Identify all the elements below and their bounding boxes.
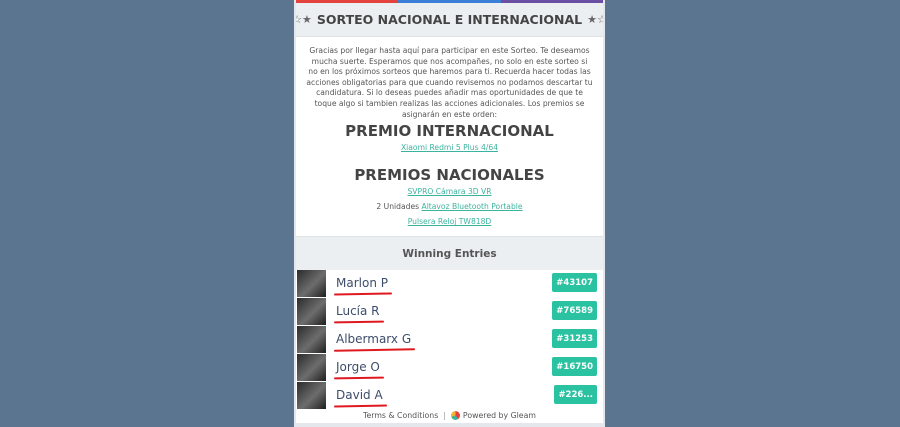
red-underline [333, 292, 392, 296]
footer-separator: | [443, 410, 446, 420]
red-underline [333, 376, 384, 380]
entry-badge: #16750 [552, 357, 597, 376]
national-prizes-heading: PREMIOS NACIONALES [354, 166, 545, 185]
gleam-widget: ☆★ SORTEO NACIONAL E INTERNACIONAL ★☆ Gr… [294, 0, 605, 427]
red-underline [333, 348, 416, 352]
entry-badge: #43107 [552, 273, 597, 292]
avatar [297, 325, 326, 353]
red-underline [333, 320, 384, 324]
winner-name: Marlon P [333, 276, 392, 296]
avatar [297, 269, 326, 297]
winner-row: Jorge O #16750 [296, 353, 603, 381]
international-prize-heading: PREMIO INTERNACIONAL [345, 122, 554, 141]
winning-entries-list: Marlon P #43107 Lucía R #76589 Albermarx… [296, 269, 603, 409]
winner-name: Lucía R [333, 304, 384, 324]
topbar-purple [500, 0, 603, 3]
winner-name: Jorge O [333, 360, 384, 380]
entry-badge: #226... [554, 385, 597, 404]
winner-name: Albermarx G [333, 332, 416, 352]
national-prize-line-2: 2 Unidades Altavoz Bluetooth Portable [296, 199, 603, 214]
campaign-title: SORTEO NACIONAL E INTERNACIONAL [316, 12, 583, 27]
national-prize-link-1[interactable]: SVPRO Cámara 3D VR [296, 184, 603, 199]
national-prize-2-prefix: 2 Unidades [376, 202, 420, 212]
avatar [297, 353, 326, 381]
winner-row: David A #226... [296, 381, 603, 409]
star-icon-right: ★☆ [587, 13, 605, 26]
avatar [297, 297, 326, 325]
color-topbar [296, 0, 603, 3]
star-icon-left: ☆★ [294, 13, 312, 26]
campaign-header: ☆★ SORTEO NACIONAL E INTERNACIONAL ★☆ [296, 3, 603, 37]
bottom-border [296, 423, 603, 427]
winning-entries-heading: Winning Entries [296, 236, 603, 270]
terms-link[interactable]: Terms & Conditions [363, 411, 438, 420]
international-prize-link[interactable]: Xiaomi Redmi 5 Plus 4/64 [296, 140, 603, 155]
topbar-blue [398, 0, 501, 3]
avatar [297, 381, 326, 409]
winner-row: Marlon P #43107 [296, 269, 603, 297]
winner-name: David A [333, 388, 387, 408]
entry-badge: #76589 [552, 301, 597, 320]
widget-footer: Terms & Conditions | Powered by Gleam [296, 407, 603, 423]
topbar-red [296, 0, 399, 3]
national-prize-link-3[interactable]: Pulsera Reloj TW818D [296, 214, 603, 229]
campaign-description: Gracias por llegar hasta aquí para parti… [306, 46, 593, 119]
entry-badge: #31253 [552, 329, 597, 348]
national-prize-link-2[interactable]: Altavoz Bluetooth Portable [422, 202, 523, 211]
winner-row: Albermarx G #31253 [296, 325, 603, 353]
powered-by-link[interactable]: Powered by Gleam [463, 411, 536, 420]
winner-row: Lucía R #76589 [296, 297, 603, 325]
gleam-logo-icon [450, 410, 460, 420]
